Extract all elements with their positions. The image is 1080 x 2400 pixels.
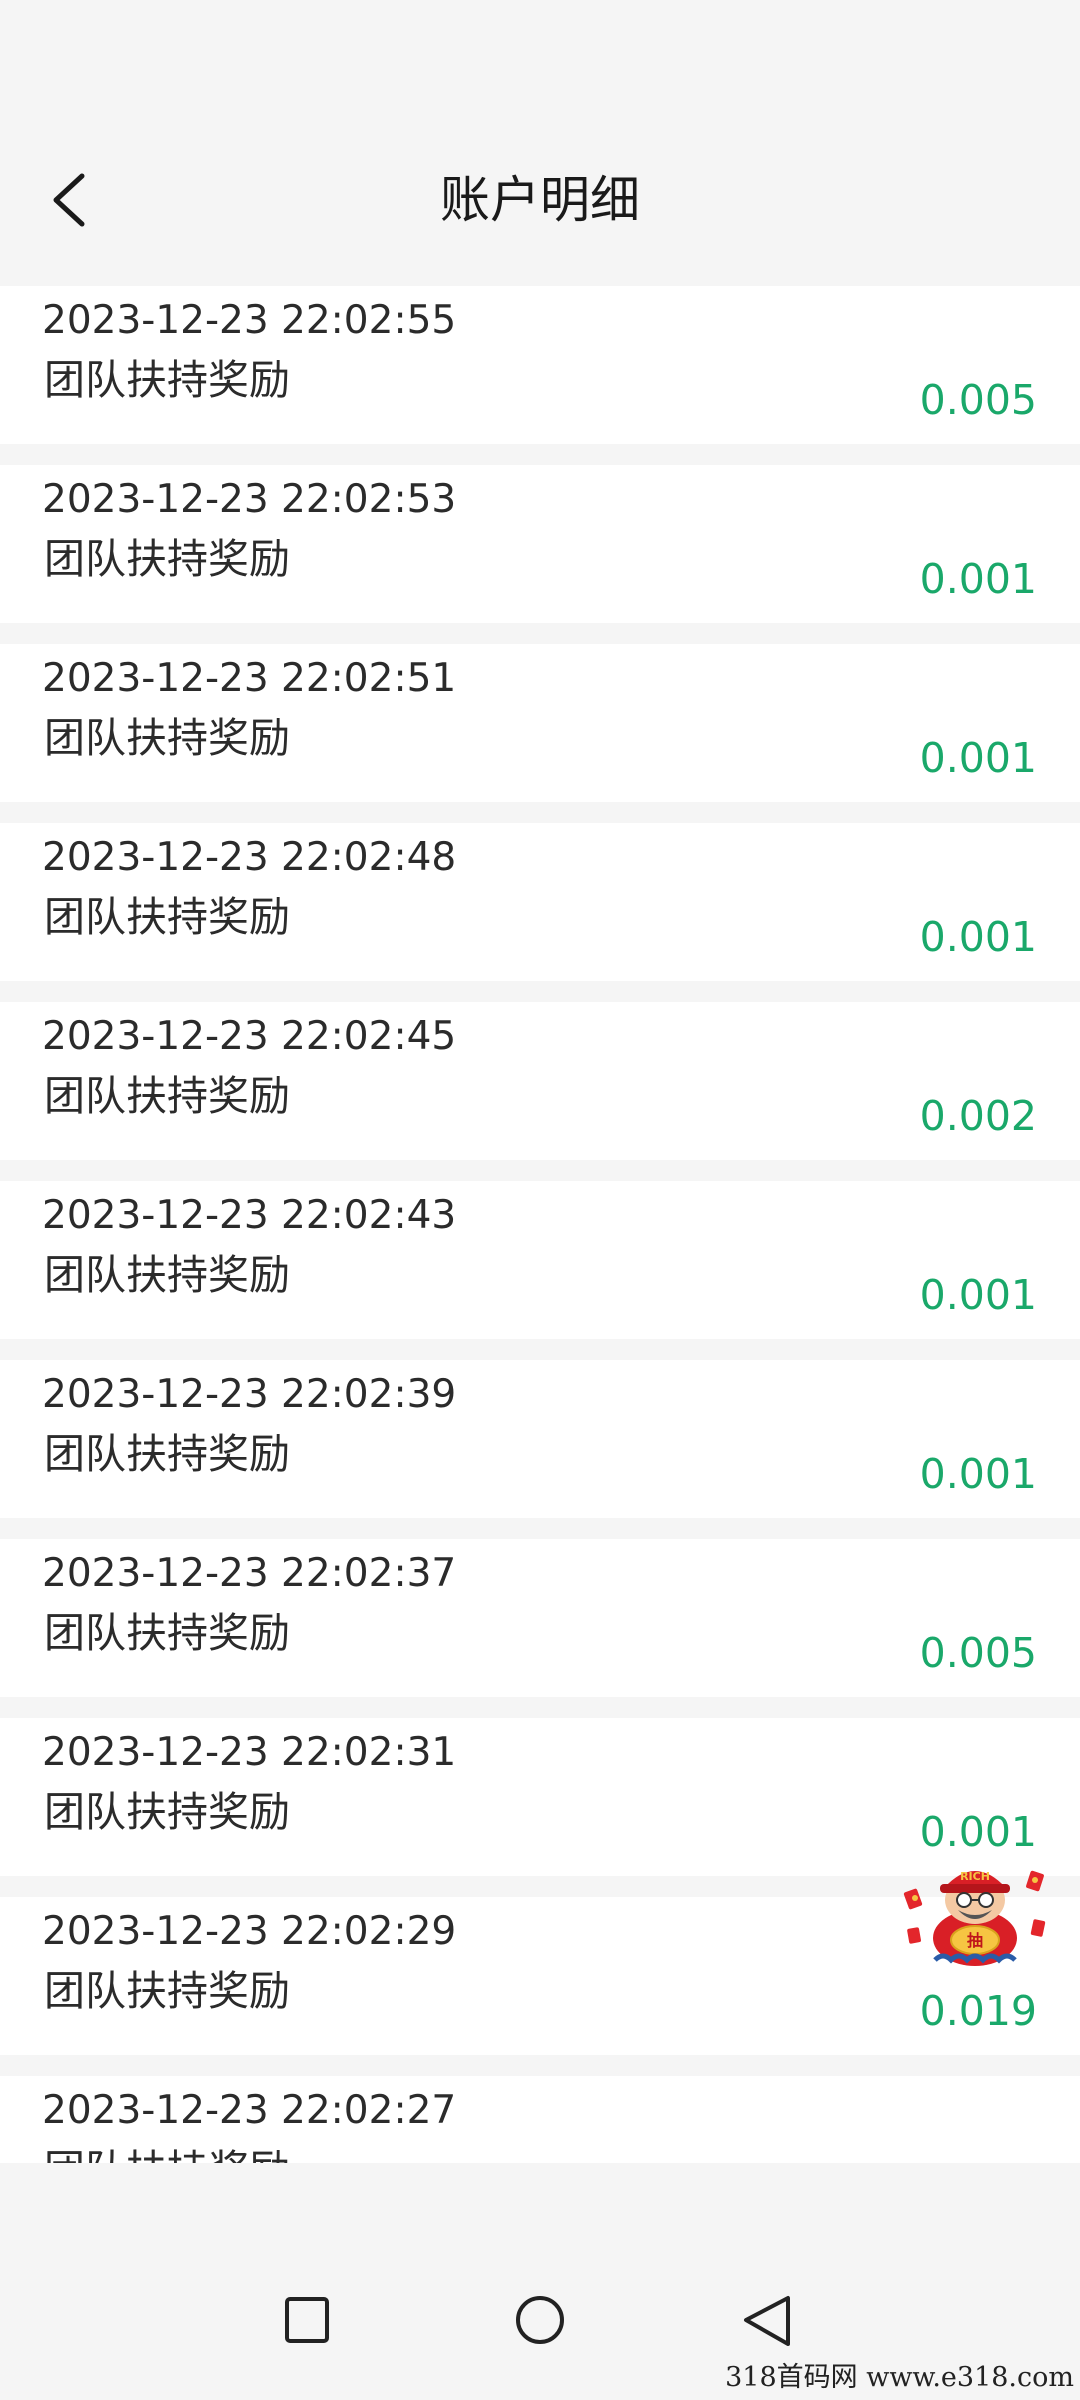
record-description: 团队扶持奖励: [44, 1430, 290, 1478]
circle-icon: [516, 2296, 564, 2344]
record-amount: 0.005: [919, 1629, 1037, 1677]
badge-hat-text: RICH: [960, 1870, 990, 1883]
record-time: 2023-12-23 22:02:39: [42, 1372, 457, 1417]
record-time: 2023-12-23 22:02:55: [42, 298, 457, 343]
god-of-wealth-lucky-draw-icon: RICH 抽: [903, 1870, 1046, 1966]
record-description: 团队扶持奖励: [44, 1609, 290, 1657]
record-row[interactable]: 2023-12-23 22:02:37 团队扶持奖励 0.005: [0, 1539, 1080, 1697]
system-back-button[interactable]: [728, 2282, 808, 2362]
record-amount: 0.019: [919, 1987, 1037, 2035]
page-title: 账户明细: [440, 171, 640, 229]
screen: 账户明细 2023-12-23 22:02:55 团队扶持奖励 0.005 2023-…: [0, 0, 1080, 2400]
record-time: 2023-12-23 22:02:45: [42, 1014, 457, 1059]
record-description: 团队扶持奖励: [44, 1072, 290, 1120]
record-row[interactable]: 2023-12-23 22:02:39 团队扶持奖励 0.001: [0, 1360, 1080, 1518]
record-description: 团队扶持奖励: [44, 893, 290, 941]
record-amount: 0.001: [919, 555, 1037, 603]
record-time: 2023-12-23 22:02:31: [42, 1730, 457, 1775]
record-amount: 0.001: [919, 1450, 1037, 1498]
record-time: 2023-12-23 22:02:27: [42, 2088, 457, 2133]
record-description: 团队扶持奖励: [44, 535, 290, 583]
home-button[interactable]: [500, 2282, 580, 2362]
record-row[interactable]: 2023-12-23 22:02:55 团队扶持奖励 0.005: [0, 286, 1080, 444]
triangle-back-icon: [744, 2296, 790, 2346]
recents-button[interactable]: [268, 2282, 348, 2362]
record-description: 团队扶持奖励: [44, 1967, 290, 2015]
record-amount: 0.001: [919, 1271, 1037, 1319]
record-description: 团队扶持奖励: [44, 2144, 290, 2163]
record-row[interactable]: 2023-12-23 22:02:45 团队扶持奖励 0.002: [0, 1002, 1080, 1160]
record-description: 团队扶持奖励: [44, 1251, 290, 1299]
record-description: 团队扶持奖励: [44, 714, 290, 762]
record-amount: 0.002: [919, 1092, 1037, 1140]
record-time: 2023-12-23 22:02:37: [42, 1551, 457, 1596]
record-time: 2023-12-23 22:02:48: [42, 835, 457, 880]
top-app-bar: 账户明细: [0, 0, 1080, 286]
record-amount: 0.001: [919, 913, 1037, 961]
lucky-draw-floating-button[interactable]: RICH 抽: [900, 1850, 1050, 1970]
record-time: 2023-12-23 22:02:43: [42, 1193, 457, 1238]
record-amount: 0.001: [919, 734, 1037, 782]
record-description: 团队扶持奖励: [44, 356, 290, 404]
square-icon: [285, 2297, 329, 2343]
badge-ingot-text: 抽: [967, 1931, 983, 1950]
site-watermark: 318首码网 www.e318.com: [725, 2362, 1074, 2393]
record-description: 团队扶持奖励: [44, 1788, 290, 1836]
record-row[interactable]: 2023-12-23 22:02:51 团队扶持奖励 0.001: [0, 644, 1080, 802]
record-amount: 0.005: [919, 376, 1037, 424]
record-row[interactable]: 2023-12-23 22:02:53 团队扶持奖励 0.001: [0, 465, 1080, 623]
record-row[interactable]: 2023-12-23 22:02:43 团队扶持奖励 0.001: [0, 1181, 1080, 1339]
record-time: 2023-12-23 22:02:51: [42, 656, 457, 701]
record-row[interactable]: 2023-12-23 22:02:27 团队扶持奖励: [0, 2076, 1080, 2163]
record-time: 2023-12-23 22:02:53: [42, 477, 457, 522]
record-time: 2023-12-23 22:02:29: [42, 1909, 457, 1954]
record-row[interactable]: 2023-12-23 22:02:48 团队扶持奖励 0.001: [0, 823, 1080, 981]
